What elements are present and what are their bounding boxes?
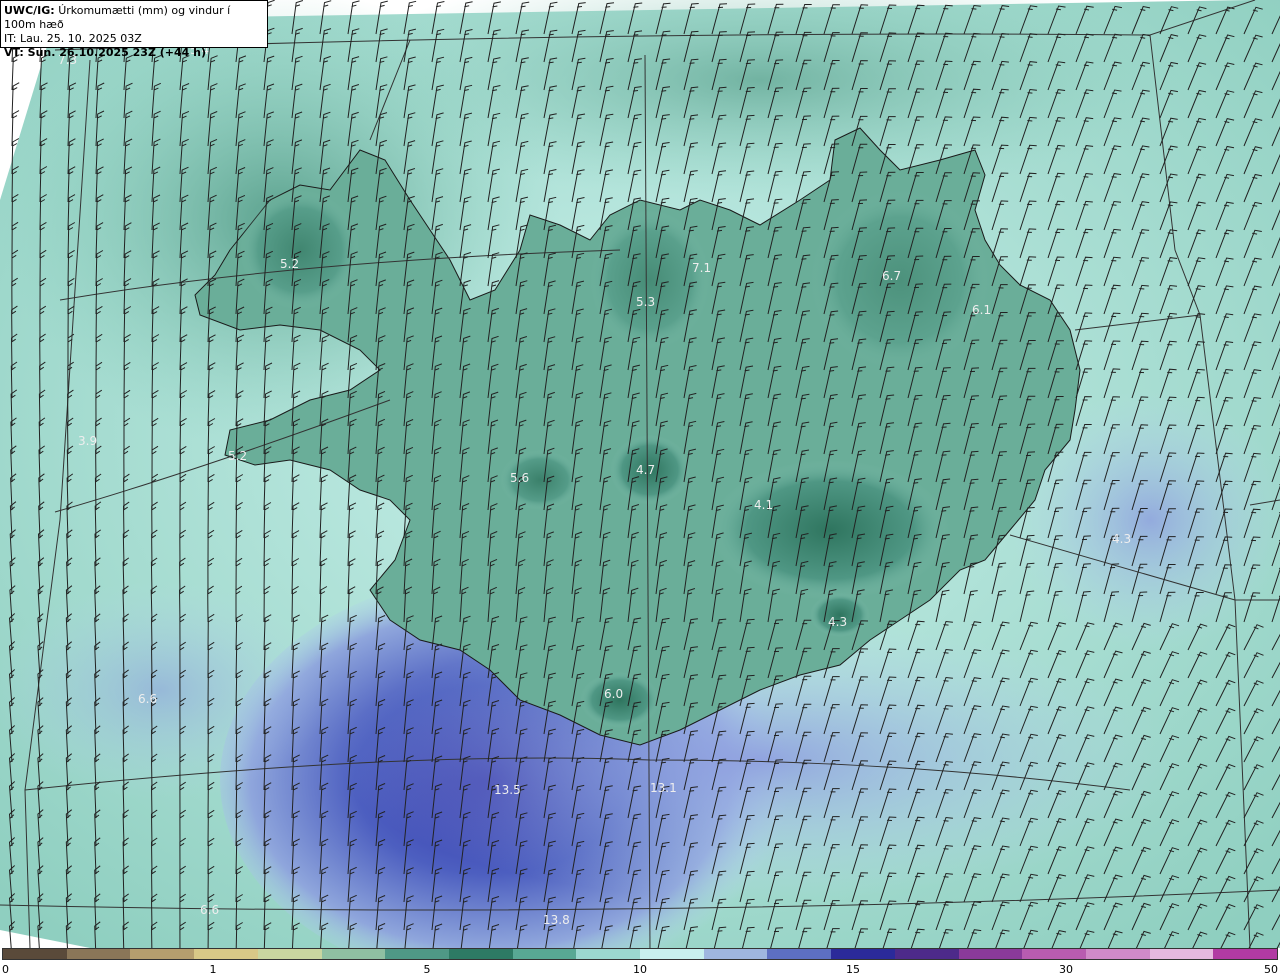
colorbar-segment bbox=[257, 949, 322, 959]
colorbar-segment bbox=[1085, 949, 1150, 959]
colorbar-segment bbox=[512, 949, 577, 959]
initial-time: IT: Lau. 25. 10. 2025 03Z bbox=[4, 32, 142, 45]
colorbar-segment bbox=[767, 949, 832, 959]
colorbar-tick: 0 bbox=[2, 963, 9, 976]
colorbar-segment bbox=[958, 949, 1023, 959]
value-label: 13.1 bbox=[650, 781, 677, 795]
value-label: 5.3 bbox=[636, 295, 655, 309]
value-label: 13.8 bbox=[543, 913, 570, 927]
colorbar-tick: 50 bbox=[1264, 963, 1278, 976]
colorbar-segment bbox=[194, 949, 258, 959]
value-label: 13.5 bbox=[494, 783, 521, 797]
colorbar-segment bbox=[448, 949, 513, 959]
colorbar-segment bbox=[385, 949, 449, 959]
colorbar-segment bbox=[1213, 949, 1278, 959]
colorbar-segment bbox=[1022, 949, 1086, 959]
precipitation-wind-map: 7.3 5.4 5.2 5.3 7.1 6.7 6.1 5.2 5.6 4.7 … bbox=[0, 0, 1280, 948]
colorbar: 0 1 5 10 15 30 50 bbox=[0, 948, 1280, 978]
value-label: 4.1 bbox=[754, 498, 773, 512]
weather-map-view: 7.3 5.4 5.2 5.3 7.1 6.7 6.1 5.2 5.6 4.7 … bbox=[0, 0, 1280, 978]
value-label: 3.9 bbox=[78, 434, 97, 448]
colorbar-tick: 10 bbox=[633, 963, 647, 976]
value-label: 7.1 bbox=[692, 261, 711, 275]
north-precip bbox=[590, 210, 710, 350]
colorbar-segment bbox=[1149, 949, 1214, 959]
colorbar-tick: 30 bbox=[1059, 963, 1073, 976]
value-label: 4.3 bbox=[828, 615, 847, 629]
valid-time: VT: Sun. 26.10.2025 23Z (+44 h) bbox=[4, 46, 207, 59]
value-label: 5.2 bbox=[228, 449, 247, 463]
header-title-line: UWC/IG: Úrkomumætti (mm) og vindur í 100… bbox=[4, 4, 264, 32]
colorbar-segment bbox=[640, 949, 704, 959]
map-header: UWC/IG: Úrkomumætti (mm) og vindur í 100… bbox=[0, 0, 268, 59]
colorbar-tick: 1 bbox=[209, 963, 217, 976]
colorbar-segment bbox=[130, 949, 195, 959]
value-label: 5.2 bbox=[280, 257, 299, 271]
sw-precip-area bbox=[0, 580, 330, 800]
value-label: 6.1 bbox=[972, 303, 991, 317]
colorbar-segment bbox=[3, 949, 67, 959]
colorbar-segment bbox=[703, 949, 768, 959]
model-name: UWC/IG: bbox=[4, 4, 55, 17]
value-label: 6.7 bbox=[882, 269, 901, 283]
colorbar-segment bbox=[831, 949, 895, 959]
colorbar-segment bbox=[894, 949, 959, 959]
colorbar-strip bbox=[2, 948, 1278, 960]
value-label: 6.0 bbox=[604, 687, 623, 701]
value-label: 4.3 bbox=[1112, 532, 1131, 546]
value-label: 5.6 bbox=[510, 471, 529, 485]
colorbar-tick: 5 bbox=[423, 963, 431, 976]
colorbar-segment bbox=[66, 949, 131, 959]
colorbar-segment bbox=[576, 949, 641, 959]
value-label: 4.7 bbox=[636, 463, 655, 477]
value-label: 6.6 bbox=[138, 692, 157, 706]
value-label: 6.6 bbox=[200, 903, 219, 917]
colorbar-segment bbox=[321, 949, 386, 959]
westfjords-precip bbox=[240, 190, 360, 310]
colorbar-tick: 15 bbox=[846, 963, 860, 976]
